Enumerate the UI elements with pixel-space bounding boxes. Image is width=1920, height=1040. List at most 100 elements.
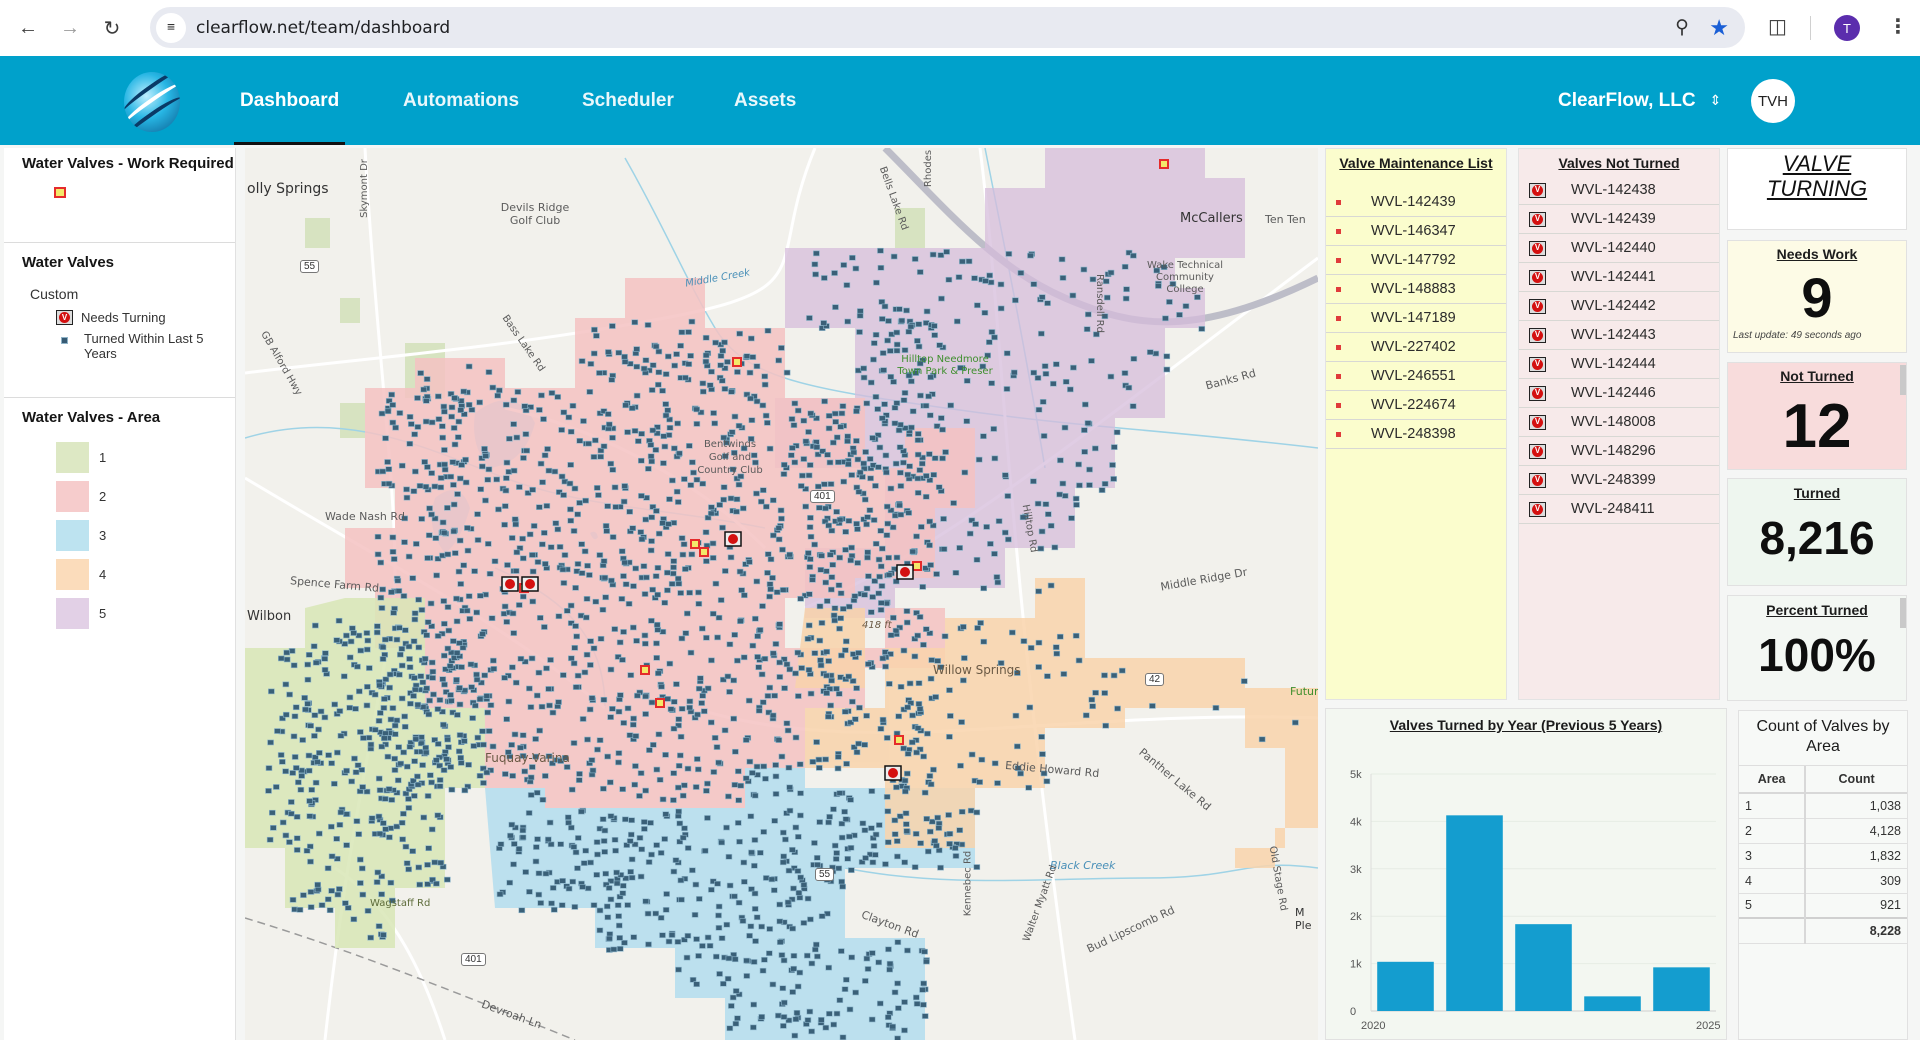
- turned-valve-point: [993, 574, 1001, 580]
- turned-valve-point: [464, 525, 471, 531]
- map-label: Wake Technical Community College: [1146, 260, 1224, 295]
- turned-valve-point: [798, 665, 805, 671]
- list-item[interactable]: V WVL-142446: [1519, 379, 1719, 408]
- turned-valve-point: [596, 370, 603, 376]
- list-item[interactable]: WVL-224674: [1326, 391, 1506, 420]
- nav-tab-dashboard[interactable]: Dashboard: [233, 56, 346, 145]
- turned-valve-point: [618, 596, 626, 602]
- turned-valve-point: [580, 860, 588, 866]
- turned-valve-point: [918, 524, 925, 530]
- needs-turning-marker[interactable]: [724, 531, 742, 547]
- work-required-marker[interactable]: [894, 735, 904, 745]
- column-header-count[interactable]: Count: [1805, 766, 1907, 794]
- nav-tab-assets[interactable]: Assets: [734, 56, 796, 145]
- turned-valve-point: [469, 715, 476, 721]
- extensions-icon[interactable]: ◫: [1768, 14, 1787, 39]
- list-item[interactable]: V WVL-142444: [1519, 350, 1719, 379]
- forward-button[interactable]: →: [56, 14, 84, 42]
- turned-valve-point: [1163, 366, 1171, 373]
- turned-valve-point: [977, 620, 984, 626]
- work-required-marker[interactable]: [699, 547, 709, 557]
- list-item[interactable]: V WVL-142443: [1519, 321, 1719, 350]
- turned-valve-point: [637, 529, 645, 535]
- nav-tab-scheduler[interactable]: Scheduler: [582, 56, 674, 145]
- turned-valve-point: [357, 880, 364, 886]
- turned-valve-point: [839, 606, 847, 612]
- work-required-symbol-icon: [54, 187, 66, 198]
- turned-valve-point: [456, 640, 463, 646]
- url-text[interactable]: clearflow.net/team/dashboard: [196, 18, 450, 38]
- bar-2021[interactable]: [1446, 815, 1503, 1011]
- valve-map[interactable]: olly Springs Devils Ridge Golf Club McCa…: [245, 148, 1318, 1040]
- list-item[interactable]: WVL-147189: [1326, 304, 1506, 333]
- site-info-icon[interactable]: ≡: [156, 12, 186, 43]
- turned-valve-point: [541, 452, 549, 459]
- browser-profile-avatar[interactable]: T: [1834, 15, 1860, 41]
- list-item[interactable]: WVL-147792: [1326, 246, 1506, 275]
- turned-valve-point: [655, 348, 663, 355]
- turned-valve-point: [547, 544, 555, 550]
- bar-2022[interactable]: [1515, 924, 1572, 1011]
- nav-tab-automations[interactable]: Automations: [403, 56, 519, 145]
- turned-valve-point: [514, 389, 522, 395]
- turned-valve-point: [854, 526, 861, 532]
- list-item[interactable]: WVL-246551: [1326, 362, 1506, 391]
- list-item[interactable]: V WVL-142438: [1519, 176, 1719, 205]
- bar-2024[interactable]: [1653, 967, 1710, 1011]
- work-required-marker[interactable]: [690, 539, 700, 549]
- turned-valve-point: [633, 638, 640, 644]
- turned-valve-point: [439, 434, 446, 441]
- turned-valve-point: [1089, 703, 1096, 710]
- list-item[interactable]: V WVL-248399: [1519, 466, 1719, 495]
- bar-2020[interactable]: [1377, 961, 1434, 1011]
- address-bar[interactable]: ≡ clearflow.net/team/dashboard ⚲ ★: [150, 7, 1745, 48]
- work-required-marker[interactable]: [732, 357, 742, 367]
- list-item[interactable]: V WVL-142440: [1519, 234, 1719, 263]
- list-item[interactable]: WVL-146347: [1326, 217, 1506, 246]
- turned-valve-point: [919, 987, 926, 993]
- work-required-marker[interactable]: [655, 698, 665, 708]
- work-required-marker[interactable]: [1159, 159, 1169, 169]
- turned-valve-point: [825, 964, 833, 971]
- work-required-marker[interactable]: [912, 561, 922, 571]
- back-button[interactable]: ←: [14, 14, 42, 42]
- needs-turning-marker[interactable]: [521, 576, 539, 592]
- list-item[interactable]: V WVL-148008: [1519, 408, 1719, 437]
- list-item[interactable]: V WVL-142439: [1519, 205, 1719, 234]
- user-avatar[interactable]: TVH: [1751, 79, 1795, 123]
- list-item[interactable]: WVL-248398: [1326, 420, 1506, 449]
- needs-turning-marker[interactable]: [896, 564, 914, 580]
- turned-valve-point: [386, 684, 393, 691]
- bookmark-star-icon[interactable]: ★: [1709, 15, 1729, 41]
- turned-valve-point: [823, 568, 830, 575]
- card-scrollbar[interactable]: [1900, 365, 1906, 395]
- work-required-marker[interactable]: [640, 665, 650, 675]
- list-item[interactable]: WVL-227402: [1326, 333, 1506, 362]
- card-scrollbar[interactable]: [1900, 598, 1906, 628]
- turned-valve-point: [655, 381, 662, 388]
- org-switcher[interactable]: ClearFlow, LLC ⇕: [1558, 56, 1721, 145]
- turned-valve-point: [981, 310, 989, 316]
- turned-valve-point: [817, 567, 825, 573]
- list-item[interactable]: WVL-148883: [1326, 275, 1506, 304]
- turned-valve-point: [804, 952, 811, 959]
- needs-turning-marker[interactable]: [884, 765, 902, 781]
- zoom-icon[interactable]: ⚲: [1675, 16, 1689, 39]
- turned-valve-point: [414, 701, 422, 708]
- turned-valve-point: [653, 655, 660, 661]
- turned-valve-point: [886, 681, 893, 687]
- list-item[interactable]: WVL-142439: [1326, 188, 1506, 217]
- reload-button[interactable]: ↻: [98, 14, 126, 42]
- list-item[interactable]: V WVL-148296: [1519, 437, 1719, 466]
- turned-valve-point: [894, 980, 901, 987]
- list-item[interactable]: V WVL-142441: [1519, 263, 1719, 292]
- turned-valve-point: [823, 648, 831, 655]
- list-item[interactable]: V WVL-248411: [1519, 495, 1719, 524]
- needs-turning-marker[interactable]: [501, 576, 519, 592]
- turned-valve-point: [792, 1016, 800, 1023]
- column-header-area[interactable]: Area: [1739, 766, 1807, 794]
- clearflow-logo[interactable]: [124, 72, 180, 132]
- browser-menu-icon[interactable]: ⋮: [1888, 14, 1908, 39]
- list-item[interactable]: V WVL-142442: [1519, 292, 1719, 321]
- bar-2023[interactable]: [1584, 996, 1641, 1011]
